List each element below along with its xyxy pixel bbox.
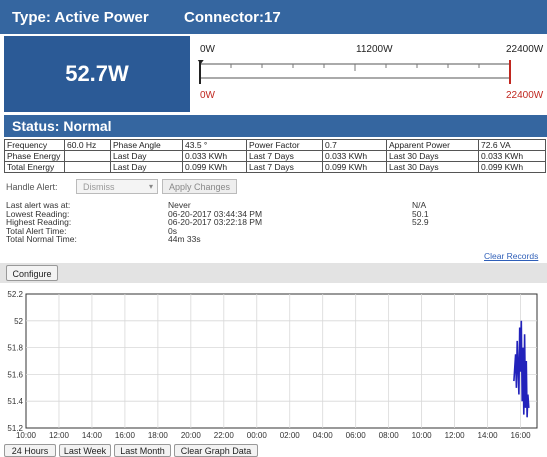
metrics-cell: 43.5 ° (182, 139, 247, 151)
metrics-row: Phase Energy Last Day 0.033 KWh Last 7 Days… (4, 150, 546, 162)
metrics-cell: 0.099 KWh (182, 161, 247, 173)
24-hours-button[interactable]: 24 Hours (4, 444, 56, 457)
x-tick-label: 22:00 (214, 431, 235, 440)
metrics-cell: Last 30 Days (386, 150, 479, 162)
x-tick-label: 12:00 (445, 431, 466, 440)
info-times: Never 06-20-2017 03:44:34 PM 06-20-2017 … (168, 201, 262, 244)
info-values: N/A 50.1 52.9 (412, 201, 429, 227)
y-tick-label: 51.4 (7, 397, 23, 406)
x-tick-label: 04:00 (313, 431, 334, 440)
metrics-cell: Phase Angle (110, 139, 183, 151)
metrics-cell: Apparent Power (386, 139, 479, 151)
metrics-cell: Frequency (4, 139, 65, 151)
y-tick-label: 52.2 (7, 290, 23, 299)
status-label: Status: Normal (12, 118, 112, 134)
last-week-button[interactable]: Last Week (59, 444, 111, 457)
current-reading-value: 52.7W (65, 61, 129, 86)
y-tick-label: 51.6 (7, 370, 23, 379)
metrics-cell: Last Day (110, 161, 183, 173)
status-bar: Status: Normal (4, 115, 547, 137)
metrics-cell: Last Day (110, 150, 183, 162)
metrics-row: Frequency 60.0 Hz Phase Angle 43.5 ° Power F… (4, 139, 546, 151)
metrics-cell: Power Factor (246, 139, 323, 151)
reading-chart: 52.25251.851.651.451.2 10:00 12:00 14:00 16… (7, 290, 538, 440)
x-tick-label: 16:00 (511, 431, 532, 440)
chart-y-axis: 52.25251.851.651.451.2 (7, 290, 23, 433)
type-label: Type: Active Power (12, 9, 149, 26)
gauge-max-alert-label: 22400W (506, 90, 544, 101)
chart-plot-area (25, 293, 538, 429)
gauge-min-alert-label: 0W (200, 90, 215, 101)
info-time: 44m 33s (168, 234, 201, 245)
x-tick-label: 06:00 (346, 431, 367, 440)
metrics-cell: 0.033 KWh (478, 150, 546, 162)
metrics-cell (64, 150, 111, 162)
x-tick-label: 02:00 (280, 431, 301, 440)
metrics-cell: Last 7 Days (246, 150, 323, 162)
clear-records-link[interactable]: Clear Records (484, 251, 538, 261)
metrics-cell: 0.033 KWh (182, 150, 247, 162)
handle-alert-label: Handle Alert: (6, 182, 58, 192)
x-tick-label: 16:00 (115, 431, 136, 440)
x-tick-label: 08:00 (379, 431, 400, 440)
metrics-cell: 0.7 (322, 139, 387, 151)
metrics-cell: Phase Energy (4, 150, 65, 162)
metrics-cell (64, 161, 111, 173)
y-tick-label: 52 (14, 317, 23, 326)
current-reading-box: 52.7W (4, 36, 190, 112)
metrics-row: Total Energy Last Day 0.099 KWh Last 7 Days… (4, 161, 546, 173)
configure-button[interactable]: Configure (6, 265, 58, 281)
metrics-cell: Last 7 Days (246, 161, 323, 173)
configure-toolbar: Configure (0, 263, 547, 283)
x-tick-label: 10:00 (16, 431, 37, 440)
metrics-table: Frequency 60.0 Hz Phase Angle 43.5 ° Power F… (4, 139, 546, 173)
metrics-cell: Total Energy (4, 161, 65, 173)
x-tick-label: 14:00 (82, 431, 103, 440)
x-tick-label: 18:00 (148, 431, 169, 440)
title-bar: Type: Active Power Connector:17 (0, 0, 547, 34)
clear-graph-data-button[interactable]: Clear Graph Data (174, 444, 258, 457)
x-tick-label: 12:00 (49, 431, 70, 440)
handle-alert-select[interactable]: Dismiss ▾ (76, 179, 158, 194)
chevron-down-icon: ▾ (148, 182, 153, 191)
handle-alert-value: Dismiss (83, 182, 115, 192)
metrics-cell: 0.033 KWh (322, 150, 387, 162)
connector-label: Connector:17 (184, 9, 281, 26)
metrics-cell: 72.6 VA (478, 139, 546, 151)
alert-handling-row: Handle Alert: Dismiss ▾ Apply Changes (4, 178, 544, 196)
y-tick-label: 51.8 (7, 344, 23, 353)
last-month-button[interactable]: Last Month (114, 444, 171, 457)
gauge-current-marker (197, 60, 204, 64)
metrics-cell: 0.099 KWh (322, 161, 387, 173)
info-label: Total Normal Time: (6, 234, 77, 245)
info-labels: Last alert was at: Lowest Reading: Highe… (6, 201, 77, 244)
apply-changes-button[interactable]: Apply Changes (162, 179, 237, 194)
x-tick-label: 10:00 (412, 431, 433, 440)
gauge-scale (197, 60, 511, 84)
x-tick-label: 14:00 (478, 431, 499, 440)
info-time: 06-20-2017 03:22:18 PM (168, 217, 263, 228)
metrics-cell: 60.0 Hz (64, 139, 111, 151)
metrics-cell: Last 30 Days (386, 161, 479, 173)
range-gauge: 0W 11200W 22400W 0W 22400W (190, 36, 547, 112)
info-value: 52.9 (412, 217, 429, 228)
x-tick-label: 20:00 (181, 431, 202, 440)
metrics-cell: 0.099 KWh (478, 161, 546, 173)
chart-x-axis: 10:00 12:00 14:00 16:00 18:00 20:00 22:00 00:00… (16, 431, 531, 440)
x-tick-label: 00:00 (247, 431, 268, 440)
